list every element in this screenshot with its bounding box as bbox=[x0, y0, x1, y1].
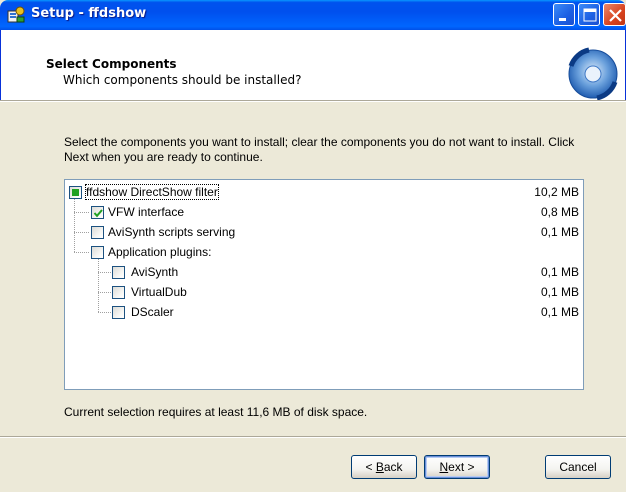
component-label: DScaler bbox=[131, 305, 174, 319]
checkbox-partial[interactable] bbox=[69, 186, 82, 199]
component-size: 0,8 MB bbox=[540, 205, 579, 219]
checkbox-unchecked[interactable] bbox=[91, 246, 104, 259]
close-icon bbox=[609, 9, 622, 22]
component-label: VFW interface bbox=[108, 205, 185, 219]
component-label: ffdshow DirectShow filter bbox=[85, 184, 219, 200]
back-button-label: ack bbox=[383, 460, 403, 474]
minimize-icon bbox=[559, 18, 566, 21]
next-button-label: ext > bbox=[448, 460, 475, 474]
component-label: Application plugins: bbox=[108, 245, 212, 259]
component-size: 10,2 MB bbox=[534, 185, 579, 199]
component-row-avisynth-scripts-serving[interactable]: AviSynth scripts serving 0,1 MB bbox=[65, 223, 583, 241]
partial-check-indicator bbox=[72, 189, 79, 196]
next-button-accesskey: N bbox=[439, 460, 449, 474]
disk-space-requirement: Current selection requires at least 11,6… bbox=[64, 405, 368, 419]
setup-installer-icon bbox=[7, 6, 25, 24]
component-label: VirtualDub bbox=[131, 285, 187, 299]
maximize-button[interactable] bbox=[578, 3, 600, 26]
checkbox-unchecked[interactable] bbox=[112, 266, 125, 279]
component-size: 0,1 MB bbox=[540, 265, 579, 279]
check-mark-icon bbox=[93, 209, 103, 218]
header-divider-highlight bbox=[0, 101, 626, 102]
component-row-ffdshow-directshow-filter[interactable]: ffdshow DirectShow filter 10,2 MB bbox=[65, 183, 583, 201]
wizard-header: Select Components Which components shoul… bbox=[0, 30, 626, 100]
component-row-application-plugins[interactable]: Application plugins: bbox=[65, 243, 583, 261]
component-row-vfw-interface[interactable]: VFW interface 0,8 MB bbox=[65, 203, 583, 221]
maximize-icon bbox=[583, 8, 597, 22]
back-button-accesskey: B bbox=[375, 460, 384, 474]
instructions-text: Select the components you want to instal… bbox=[64, 135, 575, 164]
checkbox-unchecked[interactable] bbox=[91, 226, 104, 239]
component-row-dscaler-plugin[interactable]: DScaler 0,1 MB bbox=[65, 303, 583, 321]
component-label: AviSynth scripts serving bbox=[108, 225, 236, 239]
page-subtitle: Which components should be installed? bbox=[63, 73, 302, 87]
cancel-button[interactable]: Cancel bbox=[545, 455, 611, 479]
back-button-prefix: < bbox=[365, 460, 376, 474]
window-title: Setup - ffdshow bbox=[31, 6, 147, 21]
component-row-virtualdub-plugin[interactable]: VirtualDub 0,1 MB bbox=[65, 283, 583, 301]
component-label: AviSynth bbox=[131, 265, 179, 279]
component-size: 0,1 MB bbox=[540, 305, 579, 319]
checkbox-unchecked[interactable] bbox=[112, 286, 125, 299]
components-list[interactable]: ffdshow DirectShow filter 10,2 MB VFW in… bbox=[64, 179, 584, 390]
back-button[interactable]: < Back bbox=[351, 455, 417, 479]
component-size: 0,1 MB bbox=[540, 225, 579, 239]
component-size: 0,1 MB bbox=[540, 285, 579, 299]
minimize-button[interactable] bbox=[553, 3, 575, 26]
cd-install-graphic bbox=[563, 46, 623, 106]
page-title: Select Components bbox=[46, 57, 177, 71]
close-button[interactable] bbox=[603, 3, 626, 26]
checkbox-checked[interactable] bbox=[91, 206, 104, 219]
checkbox-unchecked[interactable] bbox=[112, 306, 125, 319]
title-bar[interactable]: Setup - ffdshow bbox=[0, 0, 626, 30]
component-row-avisynth-plugin[interactable]: AviSynth 0,1 MB bbox=[65, 263, 583, 281]
next-button[interactable]: Next > bbox=[424, 455, 490, 479]
footer-divider-highlight bbox=[0, 437, 626, 438]
